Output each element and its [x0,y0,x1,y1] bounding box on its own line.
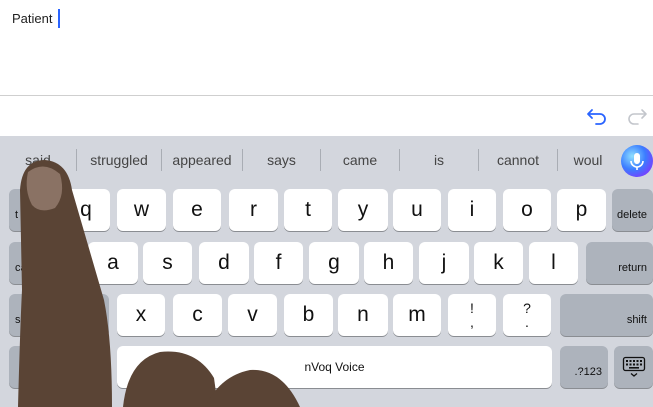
key-d[interactable]: d [199,242,249,284]
undo-arrow-icon[interactable] [585,104,609,128]
space-bar[interactable]: nVoq Voice [117,346,552,388]
key-exclamation-comma[interactable]: ! , [448,294,496,336]
key-h[interactable]: h [364,242,413,284]
key-b[interactable]: b [284,294,333,336]
suggestion-bar: said struggled appeared says came is can… [0,136,653,184]
on-screen-keyboard: said struggled appeared says came is can… [0,136,653,407]
caps-lock-key[interactable]: ca [9,242,81,284]
key-m[interactable]: m [393,294,441,336]
key-w[interactable]: w [117,189,166,231]
delete-key[interactable]: delete [612,189,653,231]
numbers-key[interactable]: .?123 [560,346,608,388]
key-y[interactable]: y [338,189,388,231]
suggestion-said[interactable]: said [0,136,76,184]
key-v[interactable]: v [228,294,277,336]
key-g[interactable]: g [309,242,359,284]
microphone-icon[interactable] [621,145,653,177]
key-q[interactable]: q [62,189,110,231]
key-comma-label: , [470,314,474,330]
keyboard-dismiss-icon[interactable] [614,346,653,388]
return-key[interactable]: return [586,242,653,284]
text-cursor [58,9,60,28]
redo-arrow-icon[interactable] [625,104,649,128]
key-f[interactable]: f [254,242,303,284]
key-t[interactable]: t [284,189,332,231]
text-editor[interactable]: Patient [0,0,653,95]
suggestion-came[interactable]: came [321,136,399,184]
key-p[interactable]: p [557,189,606,231]
key-r[interactable]: r [229,189,278,231]
key-e[interactable]: e [173,189,221,231]
suggestion-cannot[interactable]: cannot [479,136,557,184]
key-exclamation-label: ! [470,300,474,316]
shift-left-key[interactable]: shift [9,294,109,336]
undo-redo-bar [0,96,653,136]
key-x[interactable]: x [117,294,165,336]
editor-text: Patient [12,11,53,26]
key-question-label: ? [523,300,531,316]
suggestion-is[interactable]: is [400,136,478,184]
key-question-period[interactable]: ? . [503,294,551,336]
suggestion-appeared[interactable]: appeared [162,136,242,184]
key-a[interactable]: a [88,242,138,284]
suggestion-says[interactable]: says [243,136,320,184]
key-j[interactable]: j [419,242,469,284]
key-period-label: . [525,314,529,330]
key-k[interactable]: k [474,242,523,284]
key-s[interactable]: s [143,242,192,284]
suggestion-struggled[interactable]: struggled [77,136,161,184]
key-o[interactable]: o [503,189,551,231]
key-i[interactable]: i [448,189,496,231]
key-n[interactable]: n [338,294,388,336]
key-l[interactable]: l [529,242,578,284]
shift-right-key[interactable]: shift [560,294,653,336]
tab-key[interactable]: t [9,189,59,231]
key-u[interactable]: u [393,189,441,231]
key-c[interactable]: c [173,294,222,336]
suggestion-woul[interactable]: woul [558,136,618,184]
globe-icon[interactable] [9,346,57,388]
